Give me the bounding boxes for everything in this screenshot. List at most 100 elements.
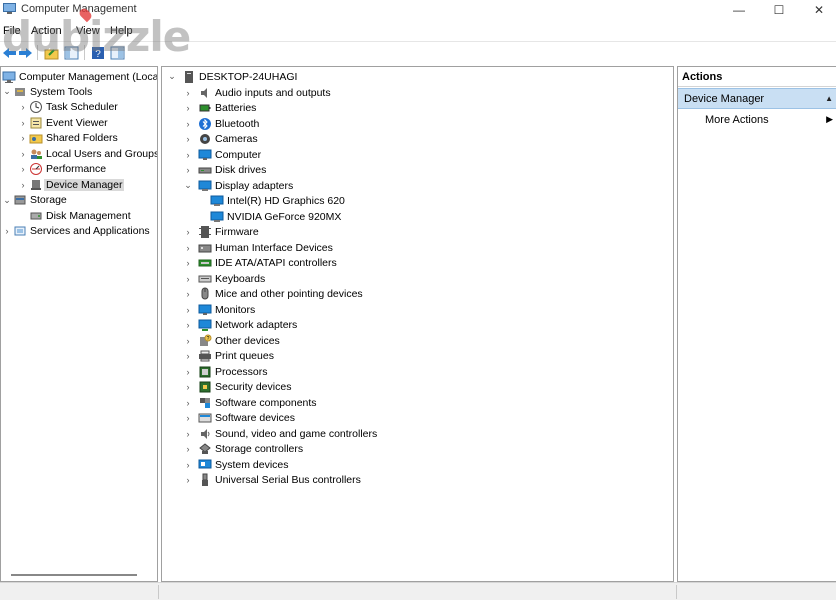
device-category-print-queues[interactable]: › Print queues bbox=[182, 349, 274, 364]
forward-button[interactable] bbox=[17, 44, 34, 61]
chevron-right-icon[interactable]: › bbox=[1, 224, 13, 239]
tree-item-shared-folders[interactable]: › Shared Folders bbox=[17, 131, 118, 146]
chevron-right-icon[interactable]: › bbox=[17, 162, 29, 177]
device-category-computer[interactable]: › Computer bbox=[182, 147, 262, 162]
tree-label: Performance bbox=[46, 163, 107, 175]
device-item-nvidia-geforce-920mx[interactable]: NVIDIA GeForce 920MX bbox=[210, 209, 341, 224]
device-category-network-adapters[interactable]: › Network adapters bbox=[182, 318, 297, 333]
chevron-right-icon[interactable]: › bbox=[182, 240, 194, 255]
tree-item-device-manager[interactable]: › Device Manager bbox=[17, 177, 125, 192]
chevron-right-icon[interactable]: › bbox=[182, 225, 194, 240]
chevron-right-icon[interactable]: › bbox=[182, 101, 194, 116]
chevron-down-icon[interactable]: ⌄ bbox=[1, 84, 13, 99]
menu-bar: File Action View Help bbox=[0, 20, 836, 42]
chevron-right-icon[interactable]: › bbox=[182, 442, 194, 457]
menu-help[interactable]: Help bbox=[110, 25, 133, 37]
device-item-intel-r-hd-graphics-620[interactable]: Intel(R) HD Graphics 620 bbox=[210, 194, 345, 209]
chevron-right-icon[interactable]: › bbox=[182, 163, 194, 178]
chevron-right-icon[interactable]: › bbox=[182, 318, 194, 333]
collapse-up-icon[interactable]: ▲ bbox=[825, 94, 833, 103]
device-category-ide-ata-atapi-controllers[interactable]: › IDE ATA/ATAPI controllers bbox=[182, 256, 337, 271]
device-category-software-devices[interactable]: › Software devices bbox=[182, 411, 295, 426]
chevron-right-icon[interactable]: › bbox=[182, 116, 194, 131]
chevron-right-icon[interactable]: › bbox=[182, 333, 194, 348]
chevron-right-icon[interactable]: › bbox=[17, 146, 29, 161]
chevron-right-icon[interactable]: › bbox=[182, 271, 194, 286]
device-category-audio-inputs-and-outputs[interactable]: › Audio inputs and outputs bbox=[182, 85, 331, 100]
chevron-down-icon[interactable]: ⌄ bbox=[166, 69, 178, 84]
minimize-button[interactable]: — bbox=[722, 0, 756, 20]
device-category-keyboards[interactable]: › Keyboards bbox=[182, 271, 266, 286]
tree-item-local-users-and-groups[interactable]: › Local Users and Groups bbox=[17, 146, 158, 161]
device-category-human-interface-devices[interactable]: › Human Interface Devices bbox=[182, 240, 333, 255]
chevron-right-icon[interactable]: › bbox=[17, 115, 29, 130]
tree-item-performance[interactable]: › Performance bbox=[17, 162, 106, 177]
tree-label: Shared Folders bbox=[46, 132, 118, 144]
chevron-right-icon[interactable]: › bbox=[182, 457, 194, 472]
menu-view[interactable]: View bbox=[76, 25, 100, 37]
device-category-universal-serial-bus-controllers[interactable]: › Universal Serial Bus controllers bbox=[182, 473, 361, 488]
device-category-other-devices[interactable]: ›? Other devices bbox=[182, 333, 280, 348]
more-actions-item[interactable]: More Actions ▶ bbox=[678, 111, 836, 129]
help-button[interactable]: ? bbox=[89, 44, 106, 61]
back-button[interactable] bbox=[1, 44, 18, 61]
chevron-right-icon[interactable]: › bbox=[182, 302, 194, 317]
device-category-mice-and-other-pointing-devices[interactable]: › Mice and other pointing devices bbox=[182, 287, 363, 302]
hid-icon bbox=[198, 241, 212, 255]
horizontal-scrollbar[interactable] bbox=[11, 574, 137, 576]
device-category-batteries[interactable]: › Batteries bbox=[182, 101, 257, 116]
tree-root-computer-management[interactable]: Computer Management (Local bbox=[1, 69, 157, 84]
chevron-right-icon[interactable]: › bbox=[182, 132, 194, 147]
chevron-right-icon[interactable]: › bbox=[182, 349, 194, 364]
chevron-right-icon[interactable]: › bbox=[17, 177, 29, 192]
chevron-down-icon[interactable]: ⌄ bbox=[1, 193, 13, 208]
console-button[interactable] bbox=[109, 44, 126, 61]
tree-item-storage[interactable]: ⌄ Storage bbox=[1, 193, 67, 208]
chevron-right-icon[interactable]: › bbox=[182, 473, 194, 488]
computer-icon bbox=[198, 148, 212, 162]
keyboard-icon bbox=[198, 272, 212, 286]
chevron-right-icon[interactable]: › bbox=[182, 411, 194, 426]
close-button[interactable]: ✕ bbox=[802, 0, 836, 20]
device-category-software-components[interactable]: › Software components bbox=[182, 395, 317, 410]
chevron-right-icon[interactable]: › bbox=[182, 147, 194, 162]
actions-section-device-manager[interactable]: Device Manager ▲ bbox=[678, 88, 836, 109]
chevron-right-icon[interactable]: › bbox=[17, 131, 29, 146]
device-category-label: Sound, video and game controllers bbox=[215, 427, 378, 440]
chevron-right-icon[interactable]: › bbox=[182, 380, 194, 395]
device-category-disk-drives[interactable]: › Disk drives bbox=[182, 163, 267, 178]
up-one-level-button[interactable] bbox=[43, 44, 60, 61]
device-category-processors[interactable]: › Processors bbox=[182, 364, 268, 379]
show-hide-tree-button[interactable] bbox=[63, 44, 80, 61]
device-category-storage-controllers[interactable]: › Storage controllers bbox=[182, 442, 304, 457]
chevron-right-icon[interactable]: › bbox=[182, 395, 194, 410]
device-category-display-adapters[interactable]: ⌄ Display adapters bbox=[182, 178, 293, 193]
chevron-down-icon[interactable]: ⌄ bbox=[182, 178, 194, 193]
device-category-system-devices[interactable]: › System devices bbox=[182, 457, 289, 472]
system-device-icon bbox=[198, 458, 212, 472]
device-category-cameras[interactable]: › Cameras bbox=[182, 132, 258, 147]
chevron-right-icon[interactable]: › bbox=[182, 364, 194, 379]
device-category-firmware[interactable]: › Firmware bbox=[182, 225, 259, 240]
battery-icon bbox=[198, 101, 212, 115]
tree-item-event-viewer[interactable]: › Event Viewer bbox=[17, 115, 108, 130]
computer-management-icon bbox=[2, 70, 16, 84]
bluetooth-icon bbox=[198, 117, 212, 131]
chevron-right-icon[interactable]: › bbox=[17, 100, 29, 115]
device-tree-root[interactable]: ⌄ DESKTOP-24UHAGI bbox=[166, 69, 297, 84]
chevron-right-icon[interactable]: › bbox=[182, 426, 194, 441]
tree-item-system-tools[interactable]: ⌄ System Tools bbox=[1, 84, 92, 99]
tree-item-task-scheduler[interactable]: › Task Scheduler bbox=[17, 100, 118, 115]
menu-file[interactable]: File bbox=[3, 25, 21, 37]
chevron-right-icon[interactable]: › bbox=[182, 287, 194, 302]
device-category-monitors[interactable]: › Monitors bbox=[182, 302, 256, 317]
device-category-sound-video-and-game-controllers[interactable]: › Sound, video and game controllers bbox=[182, 426, 378, 441]
menu-action[interactable]: Action bbox=[31, 25, 62, 37]
tree-item-disk-management[interactable]: Disk Management bbox=[17, 208, 131, 223]
maximize-button[interactable]: ☐ bbox=[762, 0, 796, 20]
device-category-security-devices[interactable]: › Security devices bbox=[182, 380, 292, 395]
tree-item-services-and-applications[interactable]: › Services and Applications bbox=[1, 224, 150, 239]
device-category-bluetooth[interactable]: › Bluetooth bbox=[182, 116, 259, 131]
chevron-right-icon[interactable]: › bbox=[182, 256, 194, 271]
chevron-right-icon[interactable]: › bbox=[182, 85, 194, 100]
